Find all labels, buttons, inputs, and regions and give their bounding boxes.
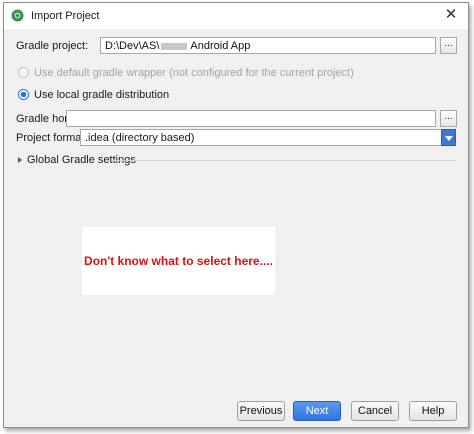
dialog-title: Import Project xyxy=(31,10,100,22)
section-separator xyxy=(112,160,456,161)
local-distribution-radio[interactable] xyxy=(18,89,29,100)
android-studio-icon xyxy=(11,9,24,22)
title-bar: Import Project ✕ xyxy=(4,3,468,29)
previous-button[interactable]: Previous xyxy=(237,401,285,421)
local-distribution-label: Use local gradle distribution xyxy=(34,89,170,101)
gradle-project-field[interactable]: D:\Dev\AS\ Android App xyxy=(100,37,436,54)
help-button[interactable]: Help xyxy=(409,401,457,421)
dropdown-arrow-icon[interactable] xyxy=(441,129,456,146)
default-wrapper-label: Use default gradle wrapper (not configur… xyxy=(34,67,354,79)
project-format-select[interactable]: .idea (directory based) xyxy=(80,129,456,146)
gradle-project-path: D:\Dev\AS\ xyxy=(105,40,160,52)
project-format-value: .idea (directory based) xyxy=(85,132,195,144)
redacted-segment xyxy=(161,42,188,50)
close-icon[interactable]: ✕ xyxy=(442,6,460,24)
import-project-dialog: Import Project ✕ Gradle project: D:\Dev\… xyxy=(3,2,469,428)
default-wrapper-radio[interactable] xyxy=(18,67,29,78)
gradle-home-browse-button[interactable]: ... xyxy=(440,110,457,127)
cancel-button[interactable]: Cancel xyxy=(351,401,399,421)
expand-arrow-icon[interactable] xyxy=(18,157,22,163)
project-format-label: Project format: xyxy=(16,132,88,144)
gradle-project-browse-button[interactable]: ... xyxy=(440,37,457,54)
gradle-project-label: Gradle project: xyxy=(16,40,89,52)
gradle-project-name: Android App xyxy=(190,40,251,52)
annotation-text: Don't know what to select here.... xyxy=(84,254,273,268)
next-button[interactable]: Next xyxy=(293,401,341,421)
annotation-box: Don't know what to select here.... xyxy=(82,227,275,295)
gradle-home-input[interactable] xyxy=(66,110,436,127)
